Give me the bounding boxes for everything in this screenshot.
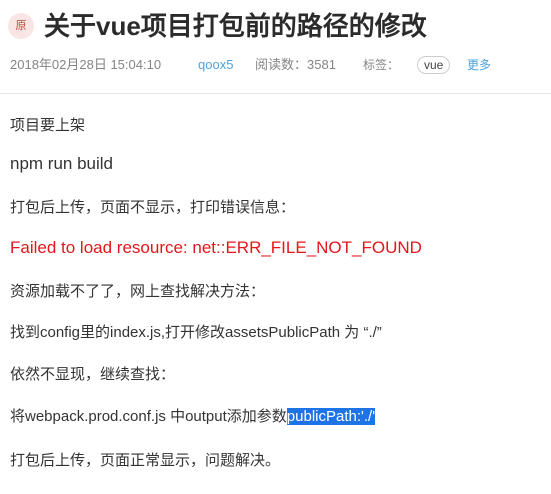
paragraph-with-selection: 将webpack.prod.conf.js 中output添加参数publicP…	[10, 406, 376, 428]
paragraph: 项目要上架	[10, 117, 86, 134]
paragraph: 打包后上传，页面不显示，打印错误信息：	[10, 199, 296, 216]
view-count: 阅读数：3581	[255, 57, 336, 72]
paragraph-text: 将webpack.prod.conf.js 中output添加参数	[10, 408, 287, 425]
error-message: Failed to load resource: net::ERR_FILE_N…	[10, 238, 422, 257]
author-link[interactable]: qoox5	[198, 56, 233, 74]
selected-text[interactable]: publicPath:'./'	[286, 408, 376, 425]
article-title: 关于vue项目打包前的路径的修改	[44, 11, 427, 41]
tag-vue[interactable]: vue	[417, 56, 451, 74]
article-header: 原 关于vue项目打包前的路径的修改 2018年02月28日 15:04:10 …	[0, 0, 551, 94]
more-tags-link[interactable]: 更多	[467, 56, 491, 74]
paragraph: 找到config里的index.js,打开修改assetsPublicPath …	[10, 324, 382, 341]
paragraph: 资源加载不了了，网上查找解决方法：	[10, 283, 266, 300]
paragraph: 依然不显现，继续查找：	[10, 366, 176, 383]
tags-label: 标签：	[363, 58, 400, 72]
publish-date: 2018年02月28日 15:04:10	[10, 57, 162, 72]
original-badge: 原	[8, 13, 34, 39]
paragraph: 打包后上传，页面正常显示，问题解决。	[10, 452, 281, 469]
header-divider	[0, 93, 551, 94]
paragraph-command: npm run build	[10, 154, 114, 173]
